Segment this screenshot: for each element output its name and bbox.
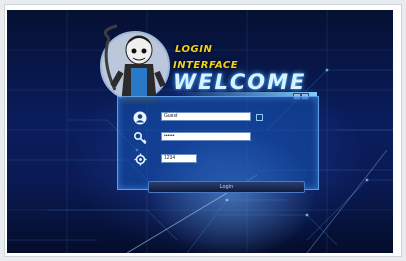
gear-icon [134,153,147,166]
login-button[interactable]: Login [148,181,305,193]
password-field[interactable] [161,132,251,141]
login-word: LOGIN [175,44,213,55]
user-icon [133,111,147,125]
key-icon [134,132,147,145]
login-scene: LOGIN INTERFACE WELCOME Login [7,10,393,253]
username-field[interactable] [161,112,251,121]
remember-checkbox[interactable] [256,114,263,121]
login-panel [117,96,319,190]
captcha-field[interactable] [161,154,197,163]
welcome-heading: WELCOME [173,70,307,94]
